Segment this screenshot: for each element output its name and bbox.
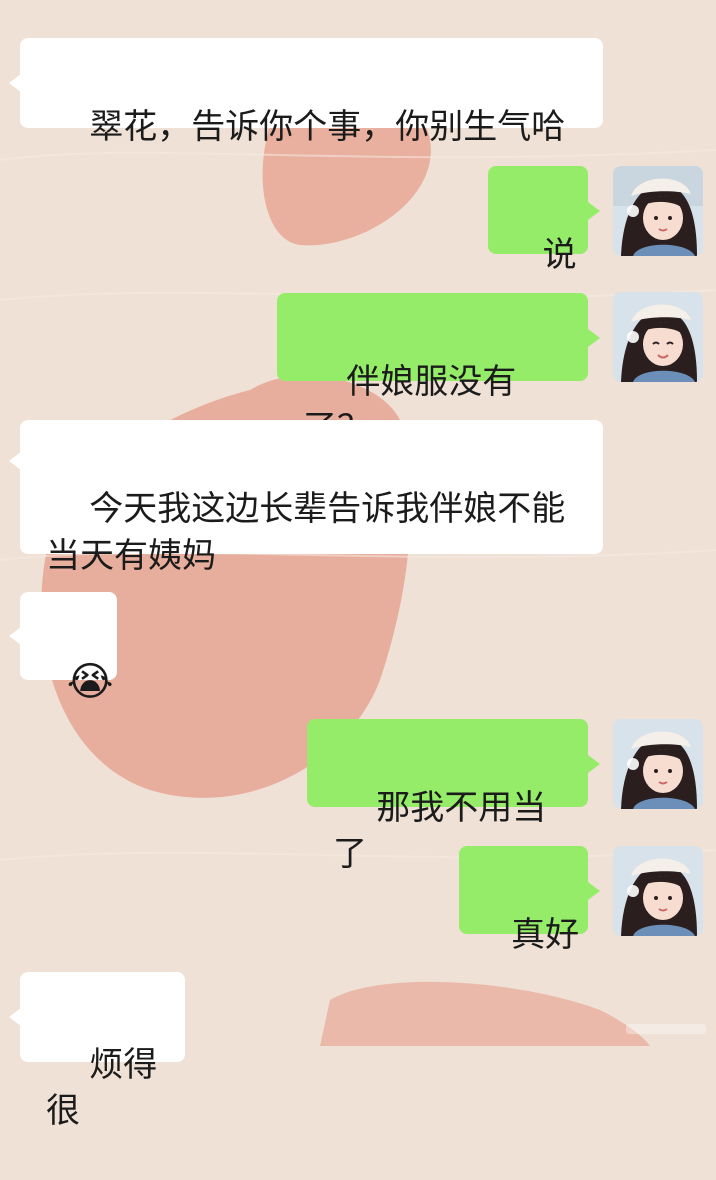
message-bubble-incoming[interactable]: 😭 — [20, 592, 117, 705]
message-bubble-incoming[interactable]: 烦得很 — [20, 972, 185, 1131]
message-text: 烦得很 — [46, 1045, 158, 1131]
bubble-tail — [588, 755, 600, 773]
bubble-tail — [588, 329, 600, 347]
message-bubble-outgoing[interactable]: 真好 — [459, 846, 588, 955]
girl-with-beret-avatar-icon — [613, 292, 703, 382]
avatar[interactable] — [613, 292, 703, 382]
message-bubble-incoming[interactable]: 今天我这边长辈告诉我伴娘不能 当天有姨妈 — [20, 420, 603, 576]
message-text: 翠花，告诉你个事，你别生气哈 — [89, 107, 566, 147]
bubble-tail — [588, 882, 600, 900]
girl-with-beret-avatar-icon — [613, 719, 703, 809]
message-text: 说 — [542, 235, 577, 275]
watermark — [626, 1024, 706, 1034]
message-bubble-outgoing[interactable]: 说 — [488, 166, 588, 275]
crying-face-emoji: 😭 — [66, 659, 114, 705]
message-bubble-incoming[interactable]: 翠花，告诉你个事，你别生气哈 — [20, 38, 603, 147]
girl-with-beret-avatar-icon — [613, 846, 703, 936]
girl-with-beret-avatar-icon — [613, 166, 703, 256]
avatar[interactable] — [613, 166, 703, 256]
avatar[interactable] — [613, 719, 703, 809]
bubble-tail — [588, 202, 600, 220]
avatar[interactable] — [613, 846, 703, 936]
message-text: 真好 — [511, 915, 580, 955]
message-bubble-outgoing[interactable]: 伴娘服没有了？ — [277, 293, 588, 448]
message-bubble-outgoing[interactable]: 那我不用当了 — [307, 719, 588, 874]
